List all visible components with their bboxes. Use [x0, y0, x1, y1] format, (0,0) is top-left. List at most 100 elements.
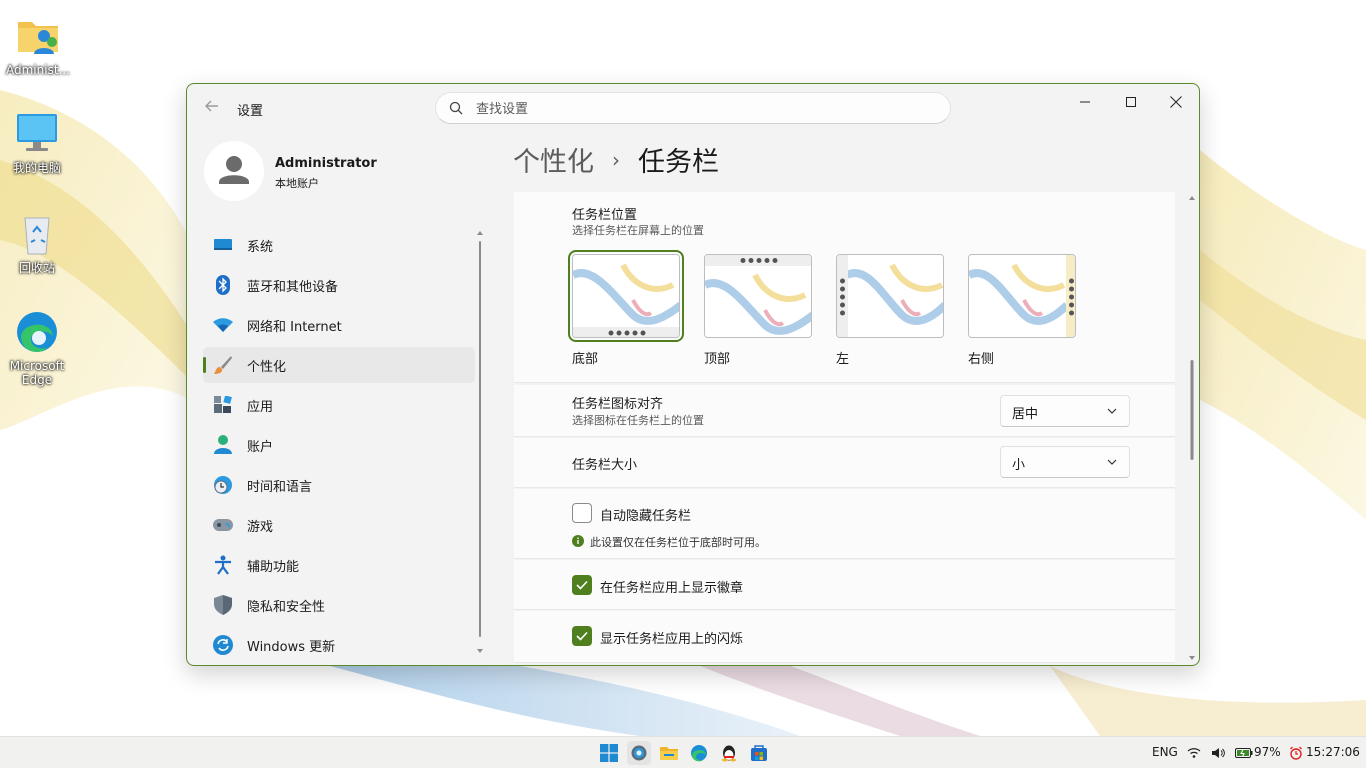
taskbar-app-file-explorer[interactable] [657, 741, 681, 765]
position-label-left: 左 [836, 352, 850, 367]
position-option-right[interactable] [968, 254, 1076, 338]
input-language[interactable]: ENG [1152, 745, 1178, 759]
clock[interactable]: 15:27:06 [1306, 745, 1360, 759]
position-label-bottom: 底部 [572, 352, 599, 367]
taskbar-right-preview-icon [969, 255, 1075, 337]
position-option-top[interactable] [704, 254, 812, 338]
title-bar: 设置 [187, 84, 1199, 132]
content-scrollbar[interactable] [1189, 194, 1195, 664]
sidebar-item-time-language[interactable]: 时间和语言 [203, 467, 475, 503]
desktop-icon-this-pc[interactable]: 我的电脑 [1, 110, 73, 175]
profile-name: Administrator [275, 156, 377, 171]
gamepad-icon [213, 515, 233, 535]
checkmark-icon [576, 580, 588, 590]
sidebar-item-apps[interactable]: 应用 [203, 387, 475, 423]
auto-hide-checkbox[interactable] [572, 503, 592, 523]
breadcrumb-parent[interactable]: 个性化 [513, 140, 594, 179]
checkbox-label: 显示任务栏应用上的闪烁 [600, 632, 744, 647]
minimize-button[interactable] [1062, 86, 1108, 118]
apps-icon [213, 395, 233, 415]
settings-icon [631, 745, 647, 761]
battery-icon[interactable] [1235, 747, 1253, 759]
sidebar-item-label: 时间和语言 [247, 479, 313, 495]
taskbar-left-preview-icon [837, 255, 943, 337]
shield-icon [213, 595, 233, 615]
accessibility-icon [213, 555, 233, 575]
brush-icon [213, 355, 233, 375]
maximize-button[interactable] [1108, 86, 1154, 118]
checkbox-label: 在任务栏应用上显示徽章 [600, 581, 744, 596]
qq-icon [722, 745, 736, 762]
taskbar-app-store[interactable] [747, 741, 771, 765]
alignment-dropdown[interactable]: 居中 [1000, 395, 1130, 427]
edge-icon [691, 745, 707, 762]
page-title: 任务栏 [638, 147, 719, 178]
position-option-left[interactable] [836, 254, 944, 338]
sidebar-nav: 系统 蓝牙和其他设备 网络和 Internet 个性化 应用 账户 时间和语言 [203, 227, 475, 665]
taskbar-position-card: 任务栏位置 选择任务栏在屏幕上的位置 底部 顶部 左 右侧 [514, 192, 1175, 383]
breadcrumb: 个性化 › 任务栏 [513, 140, 719, 179]
sidebar-item-bluetooth[interactable]: 蓝牙和其他设备 [203, 267, 475, 303]
chevron-down-icon [1107, 459, 1117, 465]
user-avatar-icon [219, 156, 249, 184]
position-option-bottom[interactable] [568, 250, 684, 342]
person-icon [213, 435, 233, 455]
taskbar-app-settings[interactable] [627, 741, 651, 765]
wifi-icon [213, 315, 233, 335]
minimize-icon [1080, 101, 1090, 103]
settings-window: 设置 Administrator 本地账户 系统 蓝牙和其他设备 [186, 83, 1200, 666]
edge-icon [13, 308, 61, 356]
sidebar-item-label: 系统 [247, 239, 274, 255]
desktop-icon-edge[interactable]: Microsoft Edge [1, 308, 73, 387]
sidebar-item-gaming[interactable]: 游戏 [203, 507, 475, 543]
sidebar-item-accessibility[interactable]: 辅助功能 [203, 547, 475, 583]
size-dropdown[interactable]: 小 [1000, 446, 1130, 478]
sidebar-item-network[interactable]: 网络和 Internet [203, 307, 475, 343]
position-label-right: 右侧 [968, 352, 995, 367]
desktop-icon-recycle-bin[interactable]: 回收站 [1, 210, 73, 275]
alignment-card: 任务栏图标对齐 选择图标在任务栏上的位置 居中 [514, 385, 1175, 437]
size-card: 任务栏大小 小 [514, 438, 1175, 488]
flashing-checkbox[interactable] [572, 626, 592, 646]
sidebar-item-label: 游戏 [247, 519, 274, 535]
desktop-icon-label: 我的电脑 [12, 161, 61, 175]
monitor-icon [13, 110, 61, 158]
search-box[interactable] [435, 92, 951, 124]
recycle-bin-icon [13, 210, 61, 258]
sidebar-item-privacy[interactable]: 隐私和安全性 [203, 587, 475, 623]
breadcrumb-separator: › [612, 147, 620, 172]
clock-globe-icon [213, 475, 233, 495]
start-button[interactable] [597, 741, 621, 765]
sidebar-item-system[interactable]: 系统 [203, 227, 475, 263]
auto-hide-card: 自动隐藏任务栏 此设置仅在任务栏位于底部时可用。 [514, 489, 1175, 559]
back-button[interactable] [201, 98, 223, 118]
back-arrow-icon [205, 100, 218, 112]
chevron-down-icon [1107, 408, 1117, 414]
wifi-icon[interactable] [1187, 747, 1201, 759]
bluetooth-icon [213, 275, 233, 295]
dropdown-value: 小 [1012, 458, 1026, 473]
alarm-clock-icon[interactable] [1289, 746, 1303, 760]
setting-subtitle: 选择任务栏在屏幕上的位置 [572, 224, 704, 237]
taskbar-top-preview-icon [705, 255, 811, 337]
sidebar-item-label: 隐私和安全性 [247, 599, 326, 615]
avatar[interactable] [204, 141, 264, 201]
sidebar-item-windows-update[interactable]: Windows 更新 [203, 627, 475, 663]
desktop-icon-administrator[interactable]: Administ... [2, 12, 74, 77]
badges-checkbox[interactable] [572, 575, 592, 595]
search-input[interactable] [476, 99, 916, 119]
file-explorer-icon [660, 747, 678, 760]
taskbar: ENG 97% 15:27:06 [0, 736, 1366, 768]
close-button[interactable] [1153, 86, 1199, 118]
setting-subtitle: 选择图标在任务栏上的位置 [572, 414, 704, 427]
desktop-icon-label: 回收站 [18, 261, 55, 275]
taskbar-app-edge[interactable] [687, 741, 711, 765]
volume-icon[interactable] [1211, 747, 1225, 759]
settings-content: 任务栏位置 选择任务栏在屏幕上的位置 底部 顶部 左 右侧 任务栏图标对齐 选择… [514, 192, 1175, 665]
sidebar-item-personalization[interactable]: 个性化 [203, 347, 475, 383]
flashing-card: 显示任务栏应用上的闪烁 [514, 611, 1175, 663]
taskbar-app-qq[interactable] [717, 741, 741, 765]
sidebar-scrollbar[interactable] [477, 229, 483, 657]
sidebar-item-label: 应用 [247, 399, 274, 415]
sidebar-item-accounts[interactable]: 账户 [203, 427, 475, 463]
